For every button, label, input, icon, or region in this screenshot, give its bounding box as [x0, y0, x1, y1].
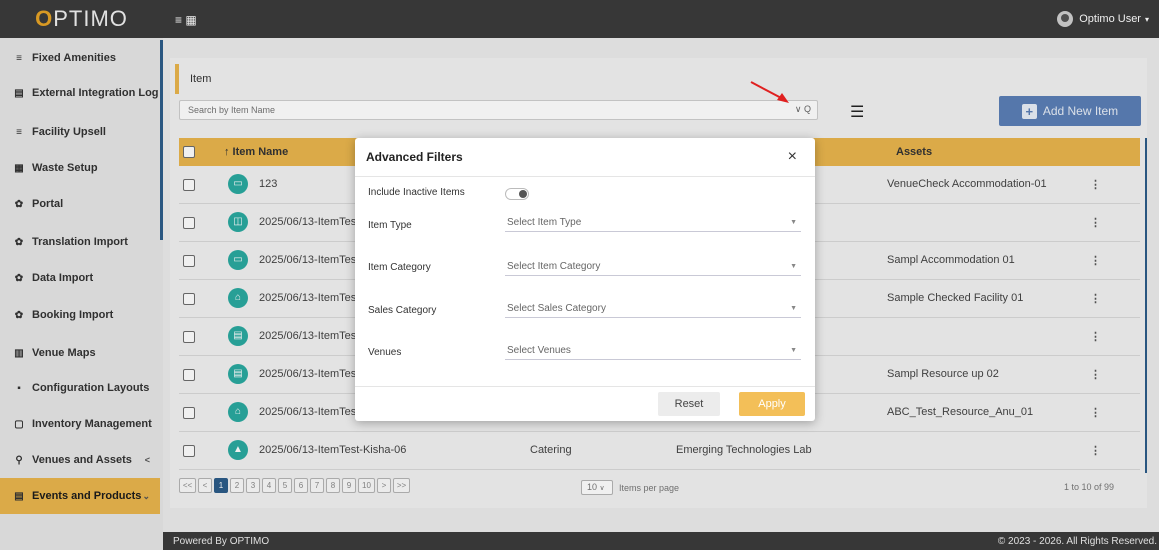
item-category-placeholder: Select Item Category — [507, 261, 601, 272]
item-type-label: Item Type — [368, 220, 412, 231]
dialog-divider — [355, 176, 815, 177]
close-icon[interactable]: × — [788, 148, 797, 166]
toggle-knob — [519, 190, 527, 198]
annotation-arrow-icon — [750, 81, 789, 103]
item-category-select[interactable]: Select Item Category ▼ — [505, 258, 801, 276]
item-category-label: Item Category — [368, 262, 431, 273]
reset-button[interactable]: Reset — [658, 392, 720, 416]
include-inactive-label: Include Inactive Items — [368, 187, 465, 198]
venues-select[interactable]: Select Venues ▼ — [505, 342, 801, 360]
advanced-filters-dialog: Advanced Filters × Include Inactive Item… — [355, 138, 815, 421]
sales-category-select[interactable]: Select Sales Category ▼ — [505, 300, 801, 318]
dropdown-arrow-icon: ▼ — [790, 263, 797, 270]
include-inactive-toggle[interactable] — [505, 188, 529, 200]
sales-category-placeholder: Select Sales Category — [507, 303, 606, 314]
dropdown-arrow-icon: ▼ — [790, 305, 797, 312]
sales-category-label: Sales Category — [368, 305, 437, 316]
venues-label: Venues — [368, 347, 402, 358]
dropdown-arrow-icon: ▼ — [790, 347, 797, 354]
dialog-footer-divider — [355, 386, 815, 387]
item-type-placeholder: Select Item Type — [507, 217, 582, 228]
dropdown-arrow-icon: ▼ — [790, 219, 797, 226]
dialog-title: Advanced Filters — [366, 150, 463, 164]
venues-placeholder: Select Venues — [507, 345, 571, 356]
item-type-select[interactable]: Select Item Type ▼ — [505, 214, 801, 232]
apply-button[interactable]: Apply — [739, 392, 805, 416]
